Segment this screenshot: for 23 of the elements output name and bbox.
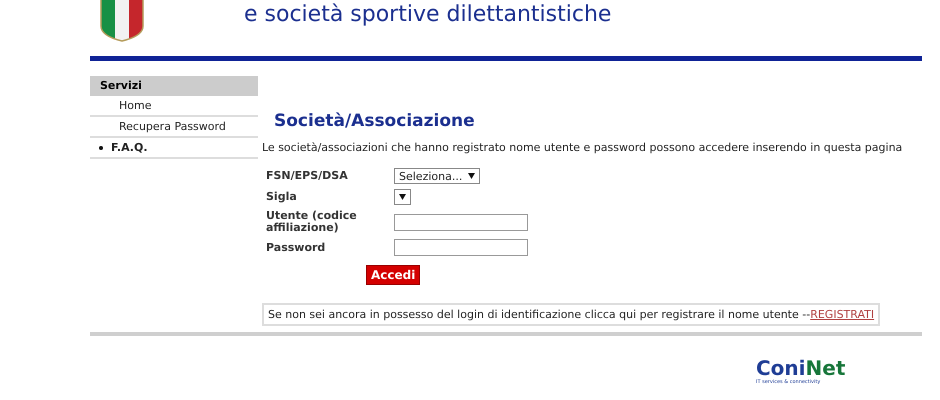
page-title: Società/Associazione — [274, 111, 476, 131]
login-button[interactable]: Accedi — [366, 265, 420, 285]
logo-text: Coni — [756, 358, 806, 378]
shield-icon — [100, 0, 144, 42]
logo-text: Net — [806, 358, 846, 378]
input-field[interactable] — [394, 239, 528, 256]
caret-icon — [399, 194, 406, 200]
menu-item[interactable]: F.A.Q. — [103, 141, 148, 154]
input-field[interactable] — [394, 214, 528, 230]
menu-item[interactable]: Recupera Password — [90, 120, 226, 133]
field-label: FSN/EPS/DSA — [266, 170, 349, 182]
caret-icon — [468, 173, 476, 179]
menu-item[interactable]: Home — [90, 99, 152, 112]
field-label: Password — [266, 242, 326, 254]
register-note: Se non sei ancora in possesso del login di identificazione clicca qui per registrare il nome utente -- — [268, 308, 810, 321]
menu-heading: Servizi — [90, 76, 258, 96]
field-label: Utente (codice affiliazione) — [266, 210, 358, 234]
dropdown[interactable] — [394, 189, 411, 205]
site-title: e società sportive dilettantistiche — [244, 3, 612, 27]
intro-text: Le società/associazioni che hanno registrato nome utente e password possono accedere inserendo in questa pagina — [262, 141, 902, 154]
register-link[interactable]: REGISTRATI — [810, 308, 874, 321]
field-label: Sigla — [266, 191, 298, 203]
dropdown[interactable]: Seleziona... — [394, 168, 480, 184]
